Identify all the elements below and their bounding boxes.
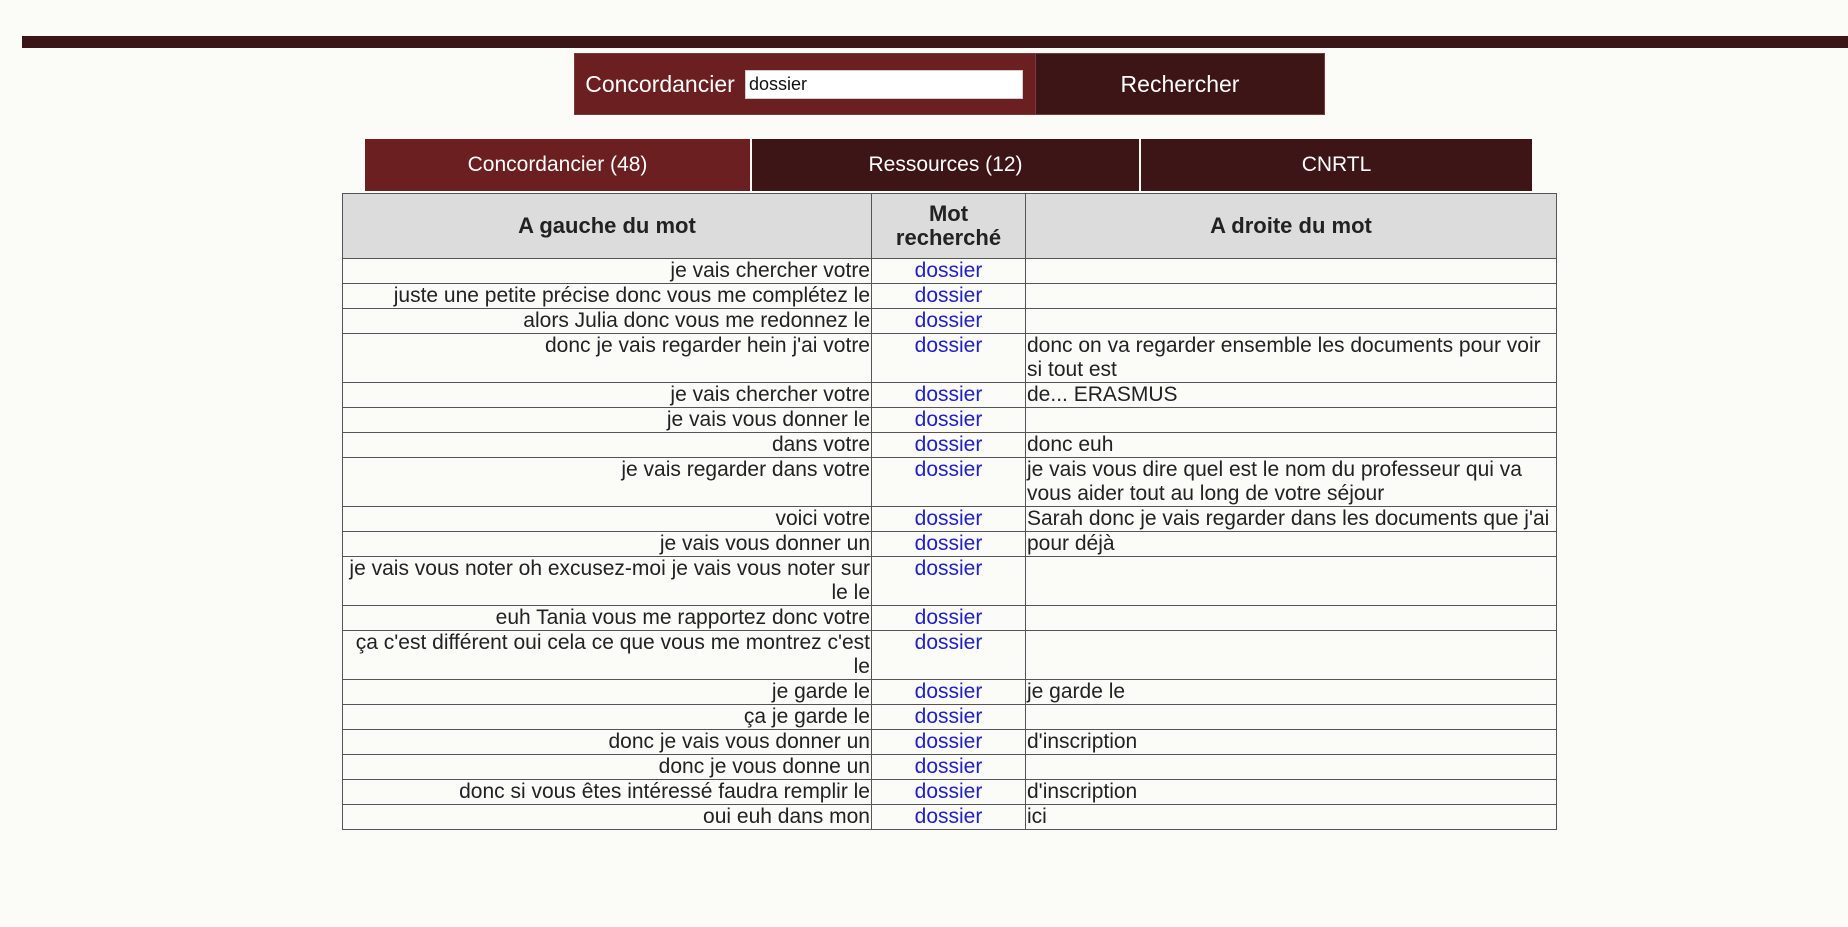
search-input-wrapper (745, 54, 1035, 114)
left-context-cell: ça je garde le (342, 704, 872, 730)
left-context-cell: je vais vous noter oh excusez-moi je vai… (342, 556, 872, 606)
table-row: je vais chercher votre dossier (342, 258, 1557, 284)
table-row: je vais regarder dans votre dossier je vai… (342, 457, 1557, 507)
header-left-context: A gauche du mot (342, 193, 872, 259)
search-label: Concordancier (585, 71, 735, 97)
right-context-cell: ici (1025, 804, 1557, 830)
tab-ressources[interactable]: Ressources (12) (752, 139, 1141, 191)
left-context-cell: oui euh dans mon (342, 804, 872, 830)
right-context-cell: je garde le (1025, 679, 1557, 705)
search-word-link[interactable]: dossier (871, 258, 1026, 284)
right-context-cell (1025, 605, 1557, 631)
search-word-link[interactable]: dossier (871, 779, 1026, 805)
left-context-cell: je garde le (342, 679, 872, 705)
table-body: je vais chercher votre dossier juste une p… (342, 258, 1557, 830)
search-word-link[interactable]: dossier (871, 630, 1026, 680)
tab-bar: Concordancier (48) Ressources (12) CNRTL (365, 139, 1534, 191)
search-word-link[interactable]: dossier (871, 457, 1026, 507)
right-context-cell: pour déjà (1025, 531, 1557, 557)
left-context-cell: alors Julia donc vous me redonnez le (342, 308, 872, 334)
page: Concordancier Rechercher Concordancier (… (0, 0, 1848, 927)
table-row: euh Tania vous me rapportez donc votre do… (342, 605, 1557, 631)
search-word-link[interactable]: dossier (871, 432, 1026, 458)
search-word-link[interactable]: dossier (871, 556, 1026, 606)
search-word-link[interactable]: dossier (871, 679, 1026, 705)
left-context-cell: donc je vous donne un (342, 754, 872, 780)
search-word-link[interactable]: dossier (871, 333, 1026, 383)
left-context-cell: je vais chercher votre (342, 258, 872, 284)
right-context-cell (1025, 704, 1557, 730)
search-input[interactable] (745, 70, 1023, 99)
table-row: je garde le dossier je garde le (342, 679, 1557, 705)
search-word-link[interactable]: dossier (871, 506, 1026, 532)
right-context-cell: donc euh (1025, 432, 1557, 458)
header-search-word: Mot recherché (871, 193, 1026, 259)
right-context-cell (1025, 308, 1557, 334)
table-row: ça je garde le dossier (342, 704, 1557, 730)
table-row: je vais vous donner un dossier pour déjà (342, 531, 1557, 557)
search-word-link[interactable]: dossier (871, 382, 1026, 408)
right-context-cell (1025, 556, 1557, 606)
right-context-cell (1025, 407, 1557, 433)
left-context-cell: voici votre (342, 506, 872, 532)
left-context-cell: je vais regarder dans votre (342, 457, 872, 507)
right-context-cell (1025, 630, 1557, 680)
left-context-cell: juste une petite précise donc vous me co… (342, 283, 872, 309)
table-row: juste une petite précise donc vous me co… (342, 283, 1557, 309)
left-context-cell: donc si vous êtes intéressé faudra rempl… (342, 779, 872, 805)
search-word-link[interactable]: dossier (871, 283, 1026, 309)
search-button[interactable]: Rechercher (1035, 54, 1324, 114)
table-row: donc je vais vous donner un dossier d'insc… (342, 729, 1557, 755)
tab-concordancier[interactable]: Concordancier (48) (365, 139, 752, 191)
left-context-cell: euh Tania vous me rapportez donc votre (342, 605, 872, 631)
table-row: je vais chercher votre dossier de... ERASM… (342, 382, 1557, 408)
table-row: donc je vais regarder hein j'ai votre dos… (342, 333, 1557, 383)
search-form: Concordancier Rechercher (574, 53, 1325, 115)
right-context-cell (1025, 283, 1557, 309)
search-word-link[interactable]: dossier (871, 605, 1026, 631)
table-row: voici votre dossier Sarah donc je vais reg… (342, 506, 1557, 532)
table-row: je vais vous noter oh excusez-moi je vai… (342, 556, 1557, 606)
tab-cnrtl[interactable]: CNRTL (1141, 139, 1532, 191)
table-row: alors Julia donc vous me redonnez le doss… (342, 308, 1557, 334)
left-context-cell: dans votre (342, 432, 872, 458)
right-context-cell: de... ERASMUS (1025, 382, 1557, 408)
top-banner-bar (22, 36, 1848, 48)
table-row: oui euh dans mon dossier ici (342, 804, 1557, 830)
table-header-row: A gauche du mot Mot recherché A droite d… (342, 193, 1557, 259)
right-context-cell: donc on va regarder ensemble les documen… (1025, 333, 1557, 383)
search-word-link[interactable]: dossier (871, 407, 1026, 433)
search-word-link[interactable]: dossier (871, 729, 1026, 755)
search-word-link[interactable]: dossier (871, 754, 1026, 780)
right-context-cell (1025, 754, 1557, 780)
left-context-cell: donc je vais regarder hein j'ai votre (342, 333, 872, 383)
right-context-cell: d'inscription (1025, 779, 1557, 805)
concordance-table-container: A gauche du mot Mot recherché A droite d… (342, 193, 1557, 830)
table-row: dans votre dossier donc euh (342, 432, 1557, 458)
right-context-cell: Sarah donc je vais regarder dans les doc… (1025, 506, 1557, 532)
table-row: donc si vous êtes intéressé faudra rempl… (342, 779, 1557, 805)
right-context-cell (1025, 258, 1557, 284)
search-word-link[interactable]: dossier (871, 531, 1026, 557)
left-context-cell: je vais chercher votre (342, 382, 872, 408)
search-word-link[interactable]: dossier (871, 804, 1026, 830)
header-right-context: A droite du mot (1025, 193, 1557, 259)
table-row: donc je vous donne un dossier (342, 754, 1557, 780)
right-context-cell: d'inscription (1025, 729, 1557, 755)
left-context-cell: je vais vous donner le (342, 407, 872, 433)
left-context-cell: donc je vais vous donner un (342, 729, 872, 755)
table-row: je vais vous donner le dossier (342, 407, 1557, 433)
left-context-cell: ça c'est différent oui cela ce que vous … (342, 630, 872, 680)
search-word-link[interactable]: dossier (871, 704, 1026, 730)
left-context-cell: je vais vous donner un (342, 531, 872, 557)
right-context-cell: je vais vous dire quel est le nom du pro… (1025, 457, 1557, 507)
search-word-link[interactable]: dossier (871, 308, 1026, 334)
concordance-table: A gauche du mot Mot recherché A droite d… (342, 193, 1557, 830)
table-row: ça c'est différent oui cela ce que vous … (342, 630, 1557, 680)
